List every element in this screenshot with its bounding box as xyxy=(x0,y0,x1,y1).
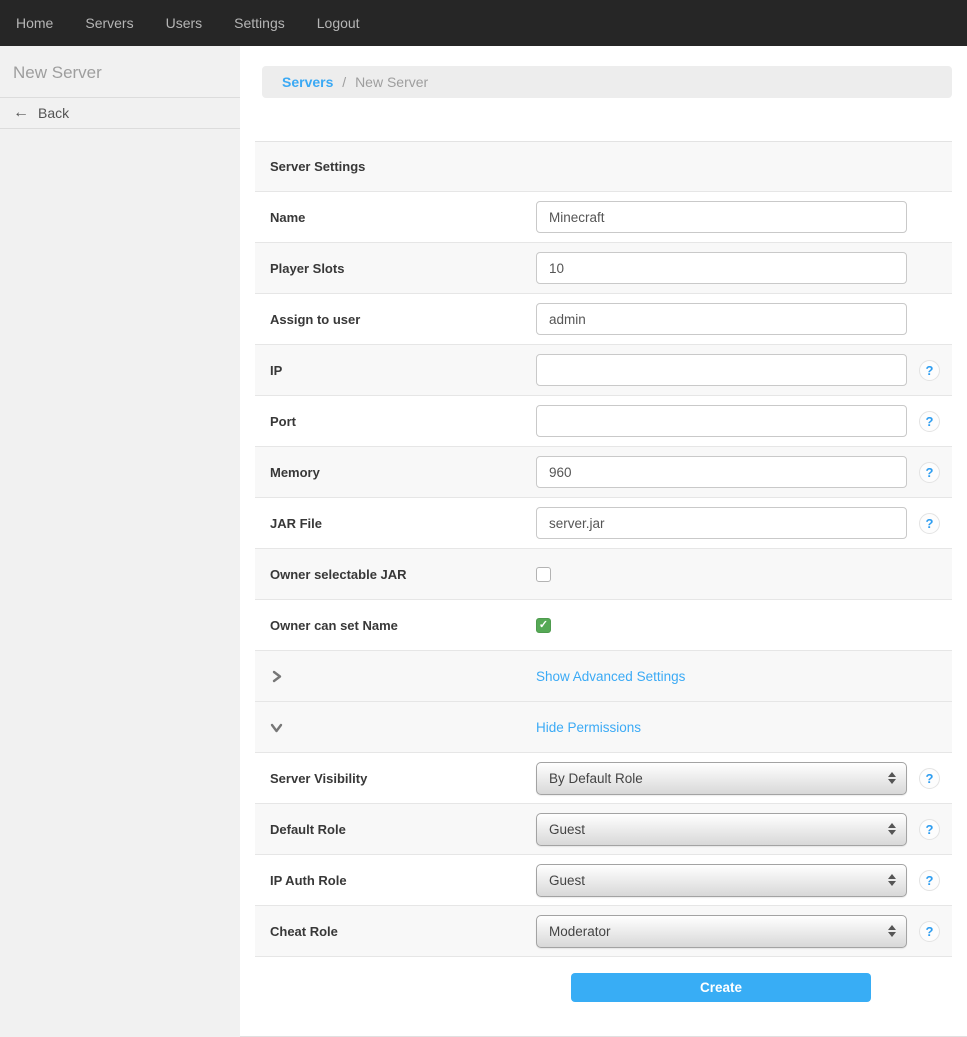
default-role-value: Guest xyxy=(549,822,585,837)
default-role-select[interactable]: Guest xyxy=(536,813,907,846)
server-settings-form: Server Settings Name Player Slots xyxy=(255,141,952,1017)
jar-file-help-icon[interactable]: ? xyxy=(919,513,940,534)
field-row-port: Port ? xyxy=(255,396,952,447)
permissions-toggle-row: Hide Permissions xyxy=(255,702,952,753)
select-spinner-icon xyxy=(888,823,896,835)
field-row-player-slots: Player Slots xyxy=(255,243,952,294)
select-spinner-icon xyxy=(888,874,896,886)
nav-item-settings[interactable]: Settings xyxy=(218,0,301,46)
ip-auth-role-select[interactable]: Guest xyxy=(536,864,907,897)
cheat-role-select[interactable]: Moderator xyxy=(536,915,907,948)
field-row-owner-selectable-jar: Owner selectable JAR ✓ xyxy=(255,549,952,600)
nav-item-logout[interactable]: Logout xyxy=(301,0,376,46)
section-title: Server Settings xyxy=(255,159,536,174)
nav-item-servers[interactable]: Servers xyxy=(69,0,149,46)
field-row-assign-to-user: Assign to user xyxy=(255,294,952,345)
cheat-role-value: Moderator xyxy=(549,924,611,939)
server-visibility-value: By Default Role xyxy=(549,771,643,786)
assign-to-user-input[interactable] xyxy=(536,303,907,335)
ip-auth-role-help-icon[interactable]: ? xyxy=(919,870,940,891)
field-row-default-role: Default Role Guest ? xyxy=(255,804,952,855)
field-row-cheat-role: Cheat Role Moderator ? xyxy=(255,906,952,957)
page-title: New Server xyxy=(0,46,240,98)
submit-row: Create xyxy=(255,957,952,1017)
default-role-help-icon[interactable]: ? xyxy=(919,819,940,840)
cheat-role-help-icon[interactable]: ? xyxy=(919,921,940,942)
field-row-ip-auth-role: IP Auth Role Guest ? xyxy=(255,855,952,906)
owner-can-set-name-checkbox[interactable]: ✓ xyxy=(536,618,551,633)
owner-selectable-jar-label: Owner selectable JAR xyxy=(255,567,536,582)
nav-item-users[interactable]: Users xyxy=(150,0,219,46)
port-help-icon[interactable]: ? xyxy=(919,411,940,432)
select-spinner-icon xyxy=(888,925,896,937)
breadcrumb-link-servers[interactable]: Servers xyxy=(282,74,333,90)
back-label: Back xyxy=(38,105,69,121)
back-button[interactable]: ← Back xyxy=(0,98,240,129)
port-input[interactable] xyxy=(536,405,907,437)
ip-label: IP xyxy=(255,363,536,378)
ip-auth-role-label: IP Auth Role xyxy=(255,873,536,888)
field-row-jar-file: JAR File ? xyxy=(255,498,952,549)
owner-can-set-name-label: Owner can set Name xyxy=(255,618,536,633)
hide-permissions-link[interactable]: Hide Permissions xyxy=(536,720,641,735)
name-label: Name xyxy=(255,210,536,225)
select-spinner-icon xyxy=(888,772,896,784)
memory-label: Memory xyxy=(255,465,536,480)
field-row-ip: IP ? xyxy=(255,345,952,396)
owner-selectable-jar-checkbox[interactable]: ✓ xyxy=(536,567,551,582)
ip-help-icon[interactable]: ? xyxy=(919,360,940,381)
main-content: Servers / New Server Server Settings Nam… xyxy=(240,46,967,1037)
field-row-owner-can-set-name: Owner can set Name ✓ xyxy=(255,600,952,651)
server-visibility-help-icon[interactable]: ? xyxy=(919,768,940,789)
check-icon: ✓ xyxy=(539,620,548,631)
memory-help-icon[interactable]: ? xyxy=(919,462,940,483)
show-advanced-settings-link[interactable]: Show Advanced Settings xyxy=(536,669,685,684)
ip-auth-role-value: Guest xyxy=(549,873,585,888)
player-slots-label: Player Slots xyxy=(255,261,536,276)
chevron-down-icon xyxy=(270,721,283,734)
breadcrumb: Servers / New Server xyxy=(262,66,952,98)
jar-file-label: JAR File xyxy=(255,516,536,531)
breadcrumb-separator: / xyxy=(342,74,346,90)
cheat-role-label: Cheat Role xyxy=(255,924,536,939)
section-header-row: Server Settings xyxy=(255,142,952,192)
assign-to-user-label: Assign to user xyxy=(255,312,536,327)
chevron-right-icon xyxy=(270,670,283,683)
field-row-name: Name xyxy=(255,192,952,243)
default-role-label: Default Role xyxy=(255,822,536,837)
server-visibility-label: Server Visibility xyxy=(255,771,536,786)
memory-input[interactable] xyxy=(536,456,907,488)
nav-item-home[interactable]: Home xyxy=(0,0,69,46)
field-row-memory: Memory ? xyxy=(255,447,952,498)
jar-file-input[interactable] xyxy=(536,507,907,539)
player-slots-input[interactable] xyxy=(536,252,907,284)
top-navbar: Home Servers Users Settings Logout xyxy=(0,0,967,46)
field-row-server-visibility: Server Visibility By Default Role ? xyxy=(255,753,952,804)
ip-input[interactable] xyxy=(536,354,907,386)
breadcrumb-current: New Server xyxy=(355,74,428,90)
name-input[interactable] xyxy=(536,201,907,233)
advanced-settings-toggle-row: Show Advanced Settings xyxy=(255,651,952,702)
server-visibility-select[interactable]: By Default Role xyxy=(536,762,907,795)
sidebar: New Server ← Back xyxy=(0,46,240,1037)
port-label: Port xyxy=(255,414,536,429)
back-arrow-icon: ← xyxy=(13,105,29,121)
create-button[interactable]: Create xyxy=(571,973,871,1002)
